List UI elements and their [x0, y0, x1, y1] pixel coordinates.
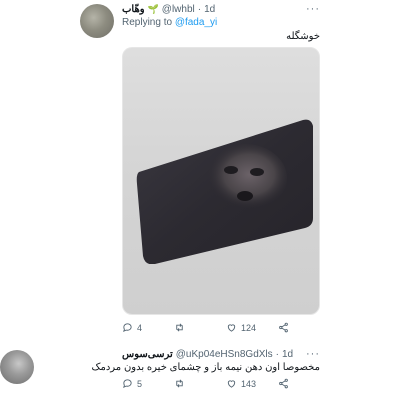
retweet-button[interactable]: [174, 378, 226, 389]
more-options-icon[interactable]: ···: [306, 348, 320, 360]
heart-icon: [227, 380, 236, 388]
tweet-header: ترسی‌سوس @uKp04eHSn8GdXls · 1d: [122, 349, 293, 360]
separator-dot: ·: [275, 349, 279, 360]
tweet-text: خوشگله: [286, 31, 320, 42]
reply-icon: [123, 323, 132, 333]
reply-button[interactable]: 5: [122, 378, 174, 389]
tweet-media-image[interactable]: [122, 47, 320, 315]
display-name[interactable]: ترسی‌سوس: [122, 349, 173, 360]
timestamp[interactable]: 1d: [282, 349, 293, 360]
display-name[interactable]: وهّاب: [122, 4, 145, 15]
more-options-icon[interactable]: ···: [306, 3, 320, 15]
replying-to-handle[interactable]: @fada_yi: [175, 17, 217, 28]
user-handle[interactable]: @lwhbl: [162, 4, 195, 15]
share-icon: [279, 322, 288, 333]
retweet-button[interactable]: [174, 322, 226, 333]
user-handle[interactable]: @uKp04eHSn8GdXls: [176, 349, 273, 360]
tweet-actions: 5 143: [122, 378, 330, 389]
retweet-icon: [176, 379, 183, 388]
retweet-icon: [176, 323, 183, 332]
tweet-text: مخصوصا اون دهن نیمه باز و چشمای خیره بدو…: [91, 362, 320, 373]
share-button[interactable]: [278, 378, 330, 389]
reply-icon: [123, 379, 132, 389]
share-icon: [279, 378, 288, 389]
heart-icon: [227, 324, 236, 332]
like-button[interactable]: 143: [226, 378, 278, 389]
replying-to-label: Replying to: [122, 17, 173, 28]
separator-dot: ·: [197, 4, 202, 15]
like-count: 143: [241, 378, 257, 389]
tweet-header: وهّاب 🌱 @lwhbl · 1d: [122, 4, 215, 15]
like-button[interactable]: 124: [226, 322, 278, 333]
leaf-icon: 🌱: [147, 4, 159, 14]
timestamp[interactable]: 1d: [204, 4, 215, 15]
reply-count: 5: [137, 378, 143, 389]
replying-to: Replying to @fada_yi: [122, 17, 217, 28]
phone-photo: [136, 119, 313, 264]
like-count: 124: [241, 322, 257, 333]
tweet-reply-1[interactable]: وهّاب 🌱 @lwhbl · 1d ··· Replying to @fad…: [0, 0, 400, 345]
avatar[interactable]: [80, 4, 114, 38]
avatar[interactable]: [0, 350, 34, 384]
reply-count: 4: [137, 322, 143, 333]
share-button[interactable]: [278, 322, 330, 333]
reply-button[interactable]: 4: [122, 322, 174, 333]
tweet-actions: 4 124: [122, 322, 330, 333]
